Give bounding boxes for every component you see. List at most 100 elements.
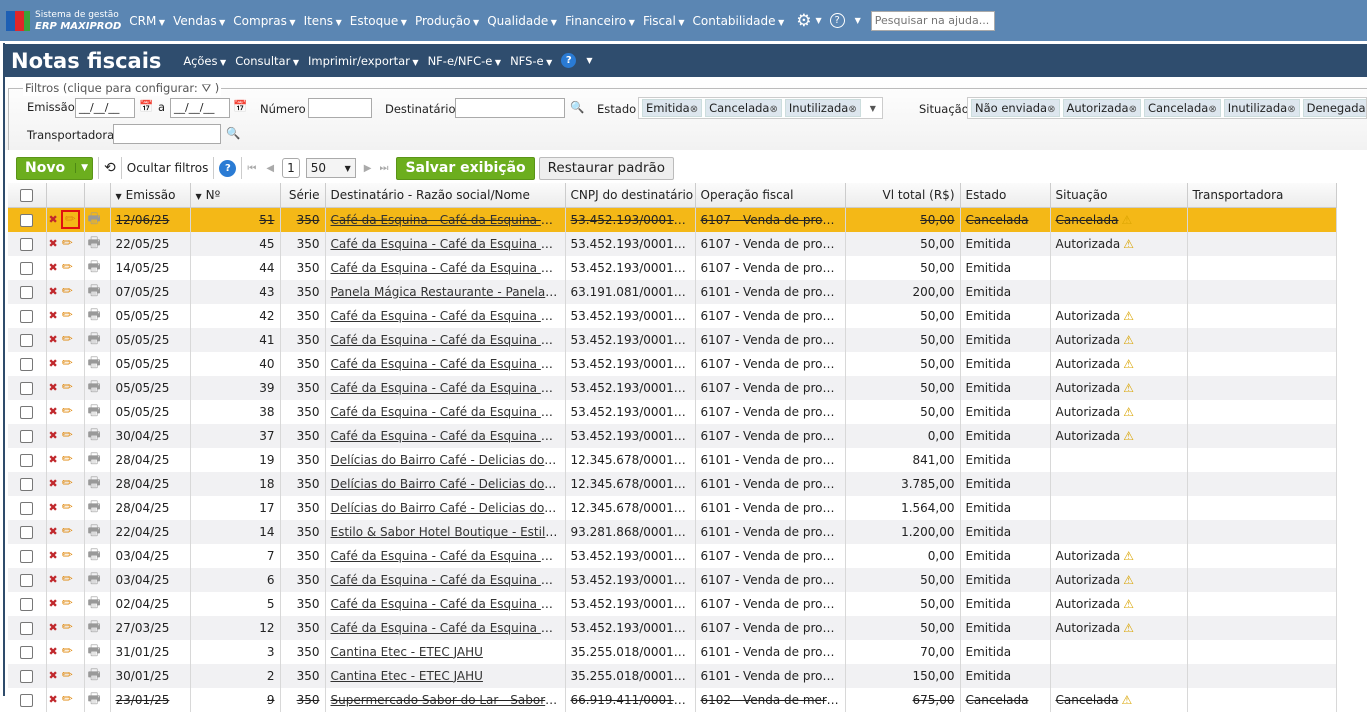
delete-icon[interactable]: ✖ (49, 381, 58, 394)
row-checkbox[interactable] (20, 501, 34, 515)
delete-icon[interactable]: ✖ (49, 261, 58, 274)
row-checkbox[interactable] (20, 645, 34, 659)
warning-icon[interactable]: ⚠ (1123, 549, 1134, 563)
table-row[interactable]: ✖ ✏ 🖶 03/04/25 6 350 Café da Esquina - Café da… (8, 567, 1337, 592)
delete-icon[interactable]: ✖ (49, 693, 58, 706)
table-row[interactable]: ✖ ✏ 🖶 05/05/25 38 350 Café da Esquina - Café d… (8, 399, 1337, 424)
edit-pencil-icon[interactable]: ✏ (62, 308, 73, 323)
warning-icon[interactable]: ⚠ (1123, 357, 1134, 371)
delete-icon[interactable]: ✖ (49, 477, 58, 490)
filters-legend[interactable]: Filtros (clique para configurar: ⛛ ) (23, 81, 222, 96)
edit-pencil-icon[interactable]: ✏ (62, 548, 73, 563)
print-icon[interactable]: 🖶 (88, 331, 101, 347)
delete-icon[interactable]: ✖ (49, 525, 58, 538)
edit-pencil-icon[interactable]: ✏ (62, 380, 73, 395)
row-checkbox[interactable] (20, 237, 34, 251)
gear-icon[interactable]: ⚙ (796, 11, 811, 31)
print-icon[interactable]: 🖶 (88, 283, 101, 299)
situacao-tag[interactable]: Cancelada (1143, 99, 1221, 117)
menu-fiscal[interactable]: Fiscal (643, 14, 685, 28)
column-header[interactable]: Série (280, 183, 326, 208)
table-row[interactable]: ✖ ✏ 🖶 14/05/25 44 350 Café da Esquina - Café d… (8, 255, 1337, 280)
edit-pencil-icon[interactable]: ✏ (62, 284, 73, 299)
table-row[interactable]: ✖ ✏ 🖶 28/04/25 18 350 Delícias do Bairro Café … (8, 471, 1337, 496)
row-checkbox[interactable] (20, 573, 34, 587)
estado-select[interactable]: EmitidaCanceladaInutilizada ▼ (638, 97, 883, 119)
column-header[interactable]: Operação fiscal (695, 183, 846, 208)
warning-icon[interactable]: ⚠ (1123, 381, 1134, 395)
destinatario-link[interactable]: Café da Esquina - Café da Esquina Com... (331, 621, 565, 635)
table-row[interactable]: ✖ ✏ 🖶 02/04/25 5 350 Café da Esquina - Café da… (8, 591, 1337, 616)
delete-icon[interactable]: ✖ (49, 333, 58, 346)
table-row[interactable]: ✖ ✏ 🖶 28/04/25 17 350 Delícias do Bairro Café … (8, 495, 1337, 520)
edit-pencil-icon[interactable]: ✏ (62, 596, 73, 611)
calendar-icon[interactable]: 📅 (139, 99, 153, 113)
row-checkbox[interactable] (20, 429, 34, 443)
destinatario-link[interactable]: Café da Esquina - Café da Esquina Com... (331, 333, 565, 347)
row-checkbox[interactable] (20, 333, 34, 347)
estado-tag[interactable]: Emitida (642, 99, 703, 117)
chevron-down-icon[interactable]: ▼ (870, 104, 876, 113)
table-row[interactable]: ✖ ✏ 🖶 31/01/25 3 350 Cantina Etec - ETEC JAHU 3… (8, 639, 1337, 664)
next-page-icon[interactable]: ▶ (364, 163, 372, 174)
estado-tag[interactable]: Inutilizada (784, 99, 861, 117)
edit-pencil-icon[interactable]: ✏ (62, 524, 73, 539)
first-page-icon[interactable]: ⏮ (247, 163, 256, 174)
delete-icon[interactable]: ✖ (49, 501, 58, 514)
table-row[interactable]: ✖ ✏ 🖶 30/01/25 2 350 Cantina Etec - ETEC JAHU 3… (8, 663, 1337, 688)
warning-icon[interactable]: ⚠ (1123, 429, 1134, 443)
chevron-down-icon[interactable]: ▼ (75, 163, 88, 173)
print-icon[interactable]: 🖶 (88, 643, 101, 659)
logo[interactable]: Sistema de gestão ERP MAXIPROD (6, 10, 121, 32)
print-icon[interactable]: 🖶 (88, 691, 101, 707)
warning-icon[interactable]: ⚠ (1123, 405, 1134, 419)
restaurar-padrao-button[interactable]: Restaurar padrão (538, 156, 675, 180)
table-row[interactable]: ✖ ✏ 🖶 05/05/25 41 350 Café da Esquina - Café d… (8, 327, 1337, 352)
destinatario-link[interactable]: Café da Esquina - Café da Esquina Com... (331, 549, 565, 563)
destinatario-link[interactable]: Café da Esquina - Café da Esquina Com... (331, 237, 565, 251)
delete-icon[interactable]: ✖ (49, 573, 58, 586)
menu-vendas[interactable]: Vendas (173, 14, 225, 28)
edit-pencil-icon[interactable]: ✏ (62, 500, 73, 515)
row-checkbox[interactable] (20, 453, 34, 467)
edit-pencil-icon[interactable]: ✏ (62, 692, 73, 707)
menu-compras[interactable]: Compras (233, 14, 295, 28)
destinatario-link[interactable]: Panela Mágica Restaurante - Panela Mág..… (331, 285, 565, 299)
destinatario-input[interactable] (455, 98, 565, 118)
delete-icon[interactable]: ✖ (49, 213, 58, 226)
delete-icon[interactable]: ✖ (49, 405, 58, 418)
menu-financeiro[interactable]: Financeiro (565, 14, 635, 28)
destinatario-link[interactable]: Café da Esquina - Café da Esquina Com... (331, 213, 565, 227)
edit-pencil-icon[interactable]: ✏ (62, 620, 73, 635)
print-icon[interactable]: 🖶 (88, 259, 101, 275)
row-checkbox[interactable] (20, 693, 34, 707)
salvar-exibicao-button[interactable]: Salvar exibição (396, 156, 535, 180)
print-icon[interactable]: 🖶 (88, 451, 101, 467)
warning-icon[interactable]: ⚠ (1123, 333, 1134, 347)
column-header[interactable]: ▼ Nº (190, 183, 281, 208)
delete-icon[interactable]: ✖ (49, 669, 58, 682)
table-row[interactable]: ✖ ✏ 🖶 12/06/25 51 350 Café da Esquina - Café d… (8, 207, 1337, 232)
row-checkbox[interactable] (20, 357, 34, 371)
destinatario-link[interactable]: Delícias do Bairro Café - Delicias do Ba… (331, 501, 565, 515)
destinatario-link[interactable]: Delícias do Bairro Café - Delicias do Ba… (331, 453, 565, 467)
table-row[interactable]: ✖ ✏ 🖶 22/04/25 14 350 Estilo & Sabor Hotel Bou… (8, 519, 1337, 544)
prev-page-icon[interactable]: ◀ (266, 163, 274, 174)
column-header[interactable]: ▼ Emissão (110, 183, 191, 208)
row-checkbox[interactable] (20, 597, 34, 611)
edit-pencil-icon[interactable]: ✏ (62, 644, 73, 659)
delete-icon[interactable]: ✖ (49, 357, 58, 370)
row-checkbox[interactable] (20, 261, 34, 275)
select-all-header[interactable] (8, 183, 47, 208)
emissao-from-input[interactable]: __/__/__ (75, 98, 135, 118)
situacao-tag[interactable]: Denegada (1302, 99, 1366, 117)
print-icon[interactable]: 🖶 (88, 355, 101, 371)
menu-crm[interactable]: CRM (129, 14, 165, 28)
row-checkbox[interactable] (20, 669, 34, 683)
delete-icon[interactable]: ✖ (49, 453, 58, 466)
table-row[interactable]: ✖ ✏ 🖶 05/05/25 42 350 Café da Esquina - Café d… (8, 303, 1337, 328)
search-icon[interactable]: 🔍 (226, 126, 240, 140)
delete-icon[interactable]: ✖ (49, 645, 58, 658)
warning-icon[interactable]: ⚠ (1123, 309, 1134, 323)
delete-icon[interactable]: ✖ (49, 285, 58, 298)
